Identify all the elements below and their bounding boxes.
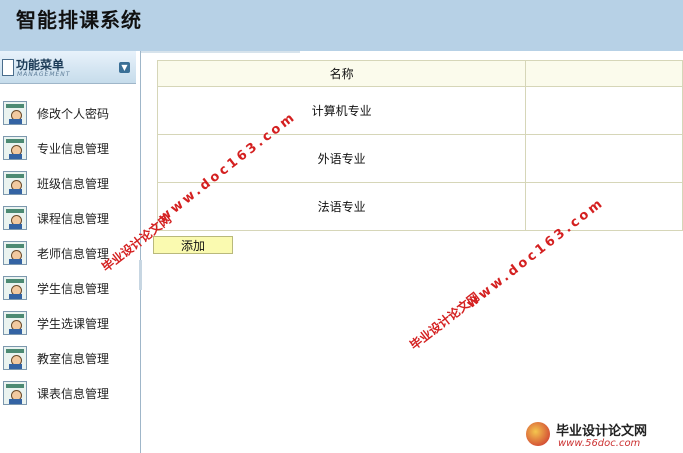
sidebar-item-change-password[interactable]: 修改个人密码 bbox=[0, 101, 136, 127]
sidebar-item-label: 老师信息管理 bbox=[37, 247, 110, 261]
site-logo: 毕业设计论文网 www.56doc.com bbox=[520, 418, 683, 453]
logo-url: www.56doc.com bbox=[558, 438, 641, 449]
add-button[interactable]: 添加 bbox=[153, 236, 233, 254]
sidebar-item-student[interactable]: 学生信息管理 bbox=[0, 276, 136, 302]
sidebar-item-label: 学生选课管理 bbox=[37, 317, 110, 331]
table-cell-actions bbox=[525, 86, 683, 135]
sidebar-item-class[interactable]: 班级信息管理 bbox=[0, 171, 136, 197]
column-header-name: 名称 bbox=[156, 60, 527, 87]
panel-top-border bbox=[140, 51, 300, 53]
app-title: 智能排课系统 bbox=[16, 8, 142, 32]
user-icon bbox=[3, 171, 27, 195]
app-header: 智能排课系统 bbox=[0, 0, 683, 51]
user-icon bbox=[3, 311, 27, 335]
logo-emblem-icon bbox=[526, 422, 550, 446]
table-cell-name: 法语专业 bbox=[156, 182, 527, 231]
sidebar-item-label: 课表信息管理 bbox=[37, 387, 110, 401]
table-cell-name: 计算机专业 bbox=[156, 86, 527, 135]
user-icon bbox=[3, 101, 27, 125]
sidebar-item-timetable[interactable]: 课表信息管理 bbox=[0, 381, 136, 407]
sidebar-item-course[interactable]: 课程信息管理 bbox=[0, 206, 136, 232]
user-icon bbox=[3, 206, 27, 230]
sidebar-item-label: 班级信息管理 bbox=[37, 177, 110, 191]
sidebar-item-major[interactable]: 专业信息管理 bbox=[0, 136, 136, 162]
logo-text: 毕业设计论文网 bbox=[556, 424, 648, 439]
collapse-chevron-icon[interactable]: ▼ bbox=[119, 62, 130, 73]
sidebar-item-label: 课程信息管理 bbox=[37, 212, 110, 226]
table-cell-actions bbox=[525, 134, 683, 183]
user-icon bbox=[3, 136, 27, 160]
sidebar-item-label: 修改个人密码 bbox=[37, 107, 110, 121]
sidebar-item-label: 专业信息管理 bbox=[37, 142, 110, 156]
sidebar-splitter-handle[interactable] bbox=[139, 260, 142, 290]
sidebar-item-label: 教室信息管理 bbox=[37, 352, 110, 366]
sidebar-item-course-selection[interactable]: 学生选课管理 bbox=[0, 311, 136, 337]
user-icon bbox=[3, 346, 27, 370]
sidebar-header: 功能菜单 MANAGEMENT ▼ bbox=[0, 51, 136, 84]
table-header-row: 名称 bbox=[156, 60, 683, 87]
table-row: 计算机专业 bbox=[156, 86, 683, 135]
user-icon bbox=[3, 381, 27, 405]
column-header-actions bbox=[525, 60, 683, 87]
sidebar-item-label: 学生信息管理 bbox=[37, 282, 110, 296]
menu-doc-icon bbox=[2, 59, 14, 76]
sidebar-item-classroom[interactable]: 教室信息管理 bbox=[0, 346, 136, 372]
user-icon bbox=[3, 276, 27, 300]
sidebar-subtitle: MANAGEMENT bbox=[17, 71, 71, 78]
user-icon bbox=[3, 241, 27, 265]
